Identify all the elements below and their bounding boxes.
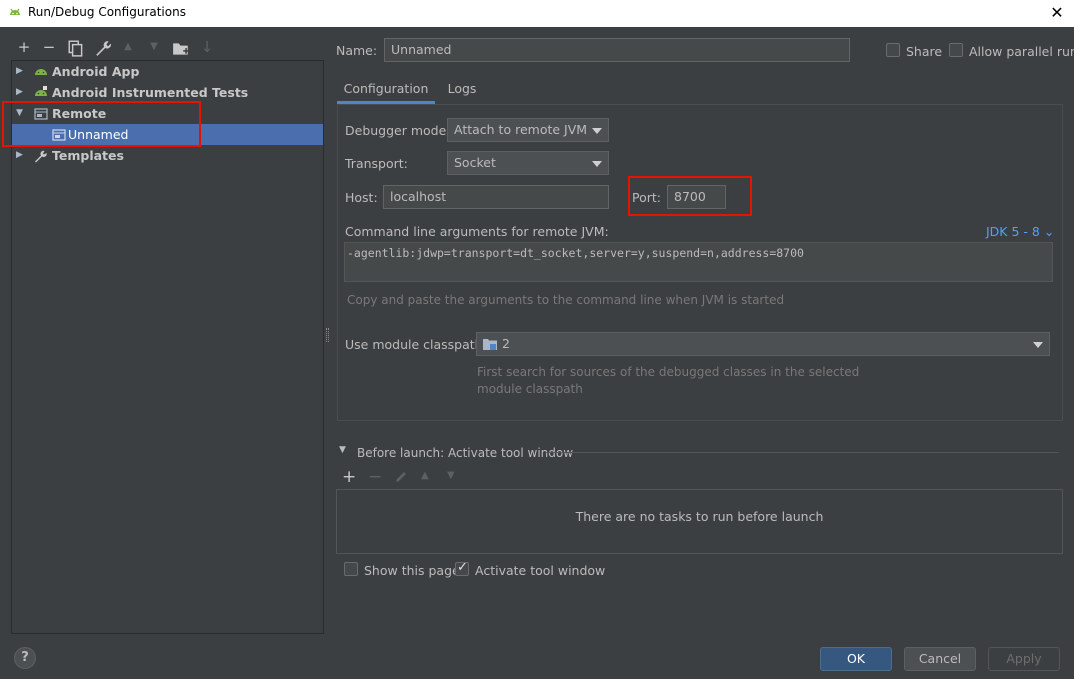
splitter-handle[interactable]	[326, 328, 329, 342]
debugger-mode-select[interactable]: Attach to remote JVM	[447, 118, 609, 142]
collapse-section-icon[interactable]: ▼	[339, 445, 346, 455]
show-this-page-label[interactable]: Show this page	[364, 563, 460, 578]
help-icon[interactable]: ?	[14, 647, 36, 669]
tree-item-label: Android App	[52, 64, 140, 79]
close-icon[interactable]: ✕	[1046, 2, 1068, 24]
before-launch-title[interactable]: Before launch: Activate tool window	[357, 446, 573, 460]
edit-task-icon	[396, 472, 406, 482]
name-field[interactable]: Unnamed	[384, 38, 850, 62]
remove-task-icon: −	[368, 467, 383, 487]
chevron-down-icon: ⌄	[1043, 224, 1055, 239]
remove-icon[interactable]: −	[40, 38, 58, 56]
cmd-args-text: -agentlib:jdwp=transport=dt_socket,serve…	[347, 246, 804, 260]
host-field[interactable]: localhost	[383, 185, 609, 209]
window-title: Run/Debug Configurations	[28, 5, 186, 19]
section-divider	[546, 452, 1059, 453]
host-label: Host:	[345, 190, 378, 205]
module-classpath-select[interactable]: 2	[476, 332, 1050, 356]
tree-item-android-instrumented-tests[interactable]: ▶ Android Instrumented Tests	[16, 82, 316, 103]
tab-configuration[interactable]: Configuration	[337, 74, 435, 104]
transport-label: Transport:	[345, 156, 408, 171]
tree-item-android-app[interactable]: ▶ Android App	[16, 61, 316, 82]
move-up-icon: ▲	[124, 41, 132, 52]
module-classpath-label: Use module classpath:	[345, 337, 487, 352]
share-checkbox[interactable]	[886, 43, 900, 57]
add-task-icon[interactable]: +	[342, 467, 356, 487]
expand-arrow-icon[interactable]: ▶	[16, 82, 28, 103]
chevron-down-icon	[592, 161, 602, 167]
android-studio-icon	[10, 8, 20, 15]
tree-item-label: Templates	[52, 148, 124, 163]
cmd-args-label: Command line arguments for remote JVM:	[345, 224, 609, 239]
activate-tool-window-label[interactable]: Activate tool window	[475, 563, 605, 578]
share-label[interactable]: Share	[906, 44, 942, 59]
show-this-page-checkbox[interactable]	[344, 562, 358, 576]
expand-arrow-icon[interactable]: ▶	[16, 61, 28, 82]
transport-select[interactable]: Socket	[447, 151, 609, 175]
activate-tool-window-checkbox[interactable]	[455, 560, 469, 576]
sort-icon: ↓	[200, 38, 214, 56]
tree-item-label: Android Instrumented Tests	[52, 85, 249, 100]
jdk-version-link[interactable]: JDK 5 - 8 ⌄	[986, 224, 1054, 239]
android-test-icon	[35, 86, 47, 96]
module-hint-line2: module classpath	[477, 382, 583, 396]
android-icon	[35, 69, 47, 75]
add-icon[interactable]: +	[15, 38, 33, 56]
ok-button[interactable]: OK	[820, 647, 892, 671]
expand-arrow-icon[interactable]: ▶	[16, 145, 28, 166]
before-launch-task-list[interactable]: There are no tasks to run before launch	[336, 489, 1063, 554]
transport-value: Socket	[454, 155, 496, 170]
wrench-icon	[35, 150, 47, 163]
jdk-version-text: JDK 5 - 8	[986, 224, 1040, 239]
tree-item-templates[interactable]: ▶ Templates	[16, 145, 316, 166]
move-down-icon: ▼	[150, 41, 158, 52]
cmd-args-hint: Copy and paste the arguments to the comm…	[347, 293, 785, 307]
new-folder-icon[interactable]	[172, 40, 190, 58]
allow-parallel-run-label[interactable]: Allow parallel run	[969, 44, 1074, 59]
highlight-box-remote	[2, 101, 201, 147]
tab-logs[interactable]: Logs	[440, 74, 484, 104]
module-hint-line1: First search for sources of the debugged…	[477, 365, 860, 379]
module-classpath-value: 2	[502, 336, 510, 351]
cancel-button[interactable]: Cancel	[904, 647, 976, 671]
debugger-mode-value: Attach to remote JVM	[454, 122, 588, 137]
copy-icon[interactable]	[67, 39, 85, 57]
allow-parallel-run-checkbox[interactable]	[949, 43, 963, 57]
cmd-args-box[interactable]: -agentlib:jdwp=transport=dt_socket,serve…	[344, 242, 1053, 282]
move-task-down-icon: ▼	[447, 470, 455, 481]
debugger-mode-label: Debugger mode:	[345, 123, 451, 138]
wrench-icon[interactable]	[94, 39, 112, 57]
chevron-down-icon	[1033, 342, 1043, 348]
highlight-box-port	[628, 176, 752, 216]
chevron-down-icon	[592, 128, 602, 134]
move-task-up-icon: ▲	[421, 470, 429, 481]
apply-button: Apply	[988, 647, 1060, 671]
title-bar: Run/Debug Configurations ✕	[0, 0, 1074, 27]
empty-tasks-text: There are no tasks to run before launch	[575, 509, 824, 524]
name-label: Name:	[336, 43, 378, 58]
module-folder-icon	[483, 339, 497, 350]
